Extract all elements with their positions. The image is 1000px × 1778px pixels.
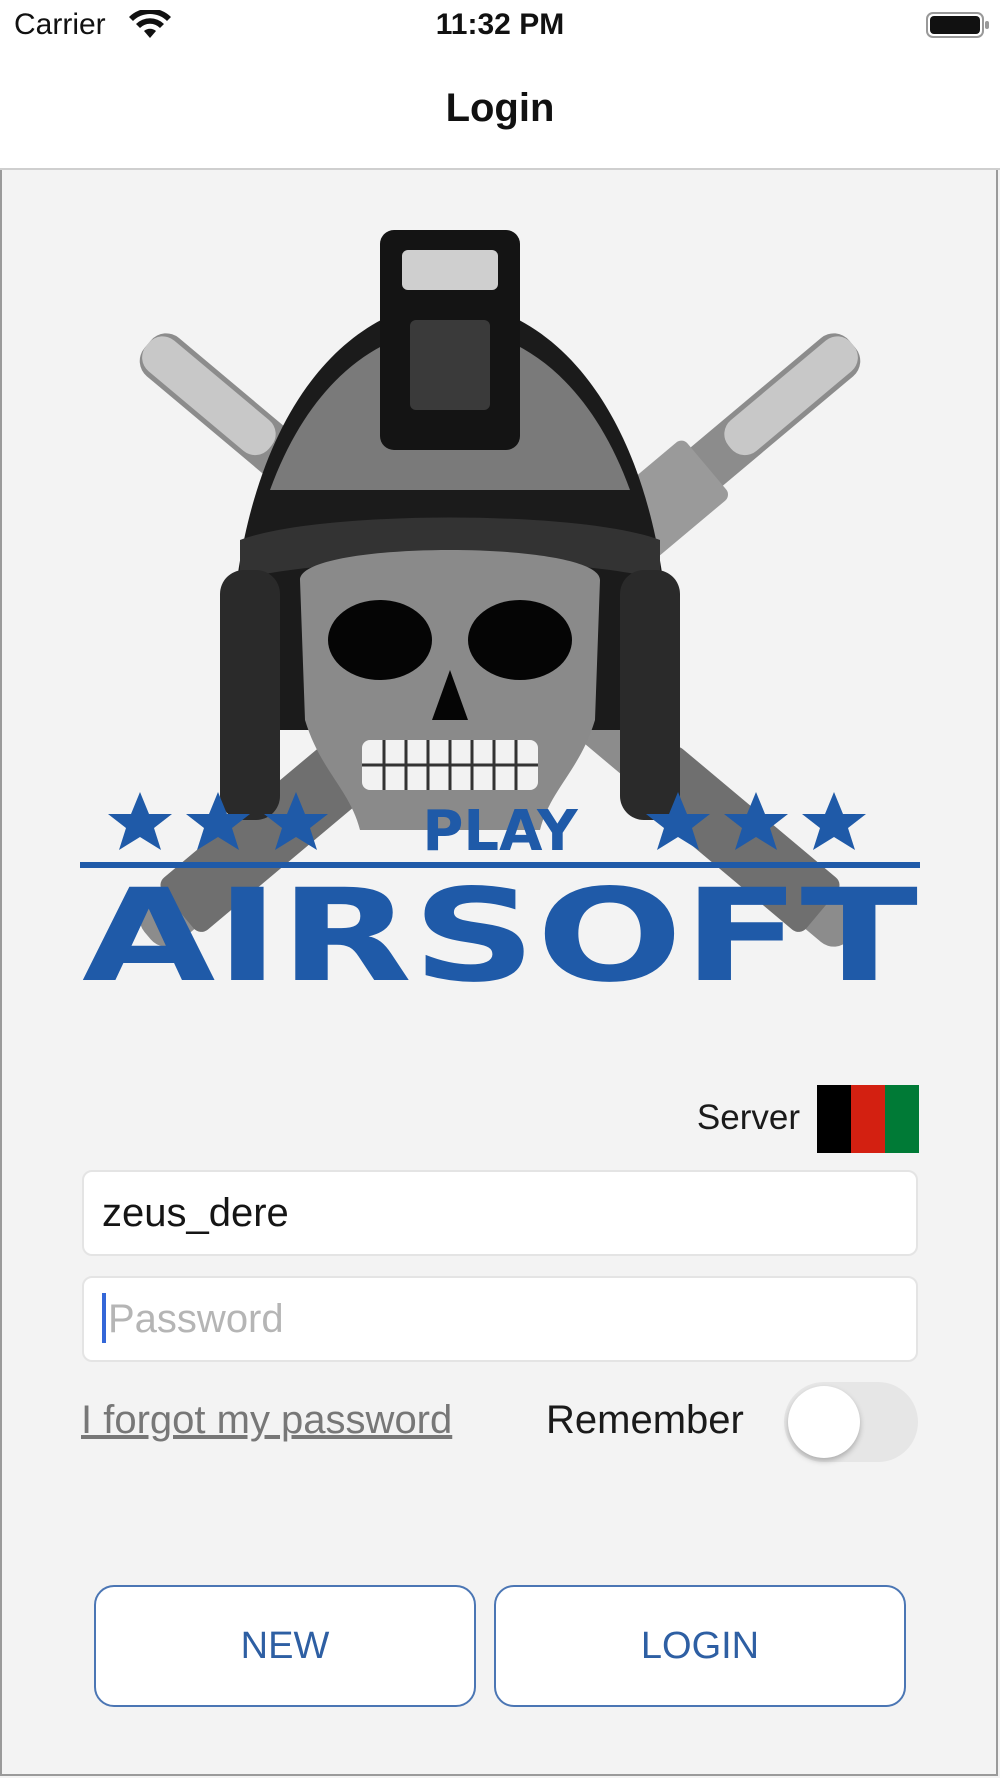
- remember-toggle[interactable]: [784, 1382, 918, 1462]
- battery-icon: [926, 12, 989, 38]
- clock-time: 11:32 PM: [435, 8, 565, 41]
- remember-label: Remember: [546, 1398, 744, 1442]
- page-title: Login: [445, 86, 555, 130]
- logo-play-text: PLAY: [422, 799, 579, 864]
- login-button[interactable]: LOGIN: [494, 1585, 906, 1707]
- password-field[interactable]: Password: [82, 1276, 918, 1362]
- airsoft-logo: PLAY AIRSOFT: [80, 230, 920, 1011]
- username-field[interactable]: zeus_dere: [82, 1170, 918, 1256]
- toggle-knob: [788, 1386, 860, 1458]
- text-caret: [102, 1293, 106, 1344]
- afghanistan-flag-icon[interactable]: [817, 1085, 919, 1153]
- logo-airsoft-text: AIRSOFT: [82, 862, 918, 1011]
- skull-icon: [300, 550, 600, 830]
- server-label: Server: [696, 1098, 800, 1137]
- navigation-bar: Login: [0, 50, 1000, 170]
- login-screen: Carrier 11:32 PM Login PLAY AIRSOFT Serv…: [0, 0, 1000, 1778]
- forgot-password-link[interactable]: I forgot my password: [81, 1398, 452, 1443]
- username-value: zeus_dere: [102, 1191, 289, 1235]
- status-bar: Carrier 11:32 PM: [0, 0, 1000, 50]
- new-account-button[interactable]: NEW: [94, 1585, 476, 1707]
- password-placeholder: Password: [108, 1297, 284, 1341]
